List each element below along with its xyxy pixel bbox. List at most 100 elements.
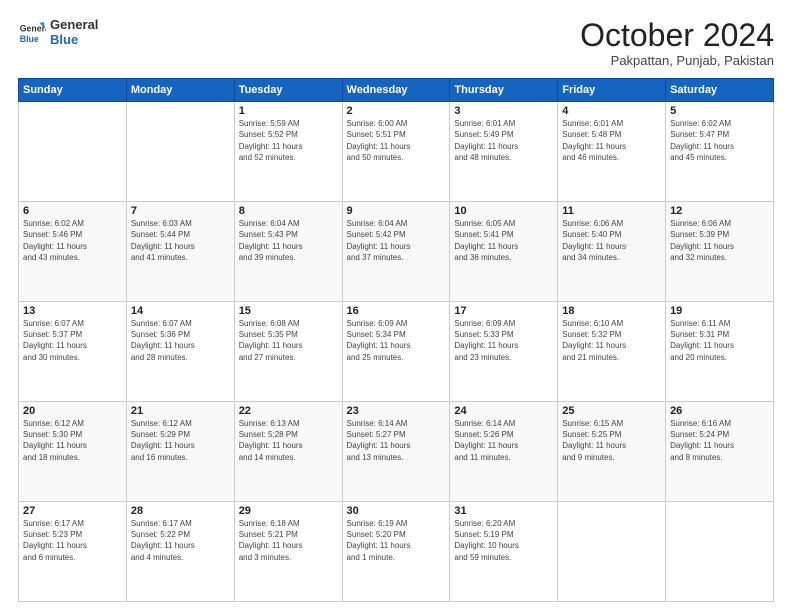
day-number: 14 bbox=[131, 305, 230, 317]
day-info: Sunrise: 6:06 AM Sunset: 5:39 PM Dayligh… bbox=[670, 218, 769, 263]
calendar-cell: 31Sunrise: 6:20 AM Sunset: 5:19 PM Dayli… bbox=[450, 502, 558, 602]
day-info: Sunrise: 6:11 AM Sunset: 5:31 PM Dayligh… bbox=[670, 318, 769, 363]
title-block: October 2024 Pakpattan, Punjab, Pakistan bbox=[580, 18, 774, 68]
calendar-cell: 7Sunrise: 6:03 AM Sunset: 5:44 PM Daylig… bbox=[126, 202, 234, 302]
calendar-cell: 27Sunrise: 6:17 AM Sunset: 5:23 PM Dayli… bbox=[19, 502, 127, 602]
svg-text:Blue: Blue bbox=[20, 34, 39, 44]
day-number: 3 bbox=[454, 105, 553, 117]
calendar-cell: 4Sunrise: 6:01 AM Sunset: 5:48 PM Daylig… bbox=[558, 102, 666, 202]
day-number: 13 bbox=[23, 305, 122, 317]
logo: General Blue General Blue bbox=[18, 18, 98, 48]
calendar-cell: 2Sunrise: 6:00 AM Sunset: 5:51 PM Daylig… bbox=[342, 102, 450, 202]
calendar-cell: 12Sunrise: 6:06 AM Sunset: 5:39 PM Dayli… bbox=[666, 202, 774, 302]
calendar-cell: 8Sunrise: 6:04 AM Sunset: 5:43 PM Daylig… bbox=[234, 202, 342, 302]
day-number: 11 bbox=[562, 205, 661, 217]
calendar-cell: 10Sunrise: 6:05 AM Sunset: 5:41 PM Dayli… bbox=[450, 202, 558, 302]
calendar-cell: 3Sunrise: 6:01 AM Sunset: 5:49 PM Daylig… bbox=[450, 102, 558, 202]
day-number: 26 bbox=[670, 405, 769, 417]
weekday-header-tuesday: Tuesday bbox=[234, 79, 342, 102]
day-info: Sunrise: 6:02 AM Sunset: 5:47 PM Dayligh… bbox=[670, 118, 769, 163]
day-number: 23 bbox=[347, 405, 446, 417]
calendar-table: SundayMondayTuesdayWednesdayThursdayFrid… bbox=[18, 78, 774, 602]
day-info: Sunrise: 6:03 AM Sunset: 5:44 PM Dayligh… bbox=[131, 218, 230, 263]
calendar-cell: 20Sunrise: 6:12 AM Sunset: 5:30 PM Dayli… bbox=[19, 402, 127, 502]
calendar-cell: 15Sunrise: 6:08 AM Sunset: 5:35 PM Dayli… bbox=[234, 302, 342, 402]
day-number: 21 bbox=[131, 405, 230, 417]
day-number: 22 bbox=[239, 405, 338, 417]
day-number: 1 bbox=[239, 105, 338, 117]
day-info: Sunrise: 6:09 AM Sunset: 5:34 PM Dayligh… bbox=[347, 318, 446, 363]
day-info: Sunrise: 6:05 AM Sunset: 5:41 PM Dayligh… bbox=[454, 218, 553, 263]
calendar-cell: 5Sunrise: 6:02 AM Sunset: 5:47 PM Daylig… bbox=[666, 102, 774, 202]
day-info: Sunrise: 6:17 AM Sunset: 5:23 PM Dayligh… bbox=[23, 518, 122, 563]
calendar-cell: 19Sunrise: 6:11 AM Sunset: 5:31 PM Dayli… bbox=[666, 302, 774, 402]
day-number: 18 bbox=[562, 305, 661, 317]
calendar-cell bbox=[126, 102, 234, 202]
day-number: 15 bbox=[239, 305, 338, 317]
calendar-cell: 24Sunrise: 6:14 AM Sunset: 5:26 PM Dayli… bbox=[450, 402, 558, 502]
day-info: Sunrise: 6:15 AM Sunset: 5:25 PM Dayligh… bbox=[562, 418, 661, 463]
day-info: Sunrise: 6:14 AM Sunset: 5:26 PM Dayligh… bbox=[454, 418, 553, 463]
logo-icon: General Blue bbox=[18, 19, 46, 47]
calendar-cell: 16Sunrise: 6:09 AM Sunset: 5:34 PM Dayli… bbox=[342, 302, 450, 402]
calendar-cell: 9Sunrise: 6:04 AM Sunset: 5:42 PM Daylig… bbox=[342, 202, 450, 302]
weekday-header-wednesday: Wednesday bbox=[342, 79, 450, 102]
day-number: 28 bbox=[131, 505, 230, 517]
calendar-cell bbox=[19, 102, 127, 202]
day-info: Sunrise: 6:19 AM Sunset: 5:20 PM Dayligh… bbox=[347, 518, 446, 563]
calendar-cell: 29Sunrise: 6:18 AM Sunset: 5:21 PM Dayli… bbox=[234, 502, 342, 602]
day-number: 25 bbox=[562, 405, 661, 417]
month-title: October 2024 bbox=[580, 18, 774, 53]
calendar-cell: 17Sunrise: 6:09 AM Sunset: 5:33 PM Dayli… bbox=[450, 302, 558, 402]
day-number: 5 bbox=[670, 105, 769, 117]
day-info: Sunrise: 6:07 AM Sunset: 5:37 PM Dayligh… bbox=[23, 318, 122, 363]
logo-general: General bbox=[50, 18, 98, 33]
day-number: 30 bbox=[347, 505, 446, 517]
day-number: 2 bbox=[347, 105, 446, 117]
day-info: Sunrise: 6:07 AM Sunset: 5:36 PM Dayligh… bbox=[131, 318, 230, 363]
day-info: Sunrise: 6:20 AM Sunset: 5:19 PM Dayligh… bbox=[454, 518, 553, 563]
logo-blue: Blue bbox=[50, 33, 98, 48]
day-number: 6 bbox=[23, 205, 122, 217]
calendar-cell: 30Sunrise: 6:19 AM Sunset: 5:20 PM Dayli… bbox=[342, 502, 450, 602]
calendar-cell bbox=[666, 502, 774, 602]
day-info: Sunrise: 6:18 AM Sunset: 5:21 PM Dayligh… bbox=[239, 518, 338, 563]
day-number: 19 bbox=[670, 305, 769, 317]
day-info: Sunrise: 6:04 AM Sunset: 5:43 PM Dayligh… bbox=[239, 218, 338, 263]
weekday-header-thursday: Thursday bbox=[450, 79, 558, 102]
day-info: Sunrise: 6:12 AM Sunset: 5:29 PM Dayligh… bbox=[131, 418, 230, 463]
day-info: Sunrise: 6:10 AM Sunset: 5:32 PM Dayligh… bbox=[562, 318, 661, 363]
calendar-cell: 21Sunrise: 6:12 AM Sunset: 5:29 PM Dayli… bbox=[126, 402, 234, 502]
page: General Blue General Blue October 2024 P… bbox=[0, 0, 792, 612]
day-number: 12 bbox=[670, 205, 769, 217]
day-number: 16 bbox=[347, 305, 446, 317]
day-number: 27 bbox=[23, 505, 122, 517]
day-info: Sunrise: 6:01 AM Sunset: 5:48 PM Dayligh… bbox=[562, 118, 661, 163]
calendar-cell: 26Sunrise: 6:16 AM Sunset: 5:24 PM Dayli… bbox=[666, 402, 774, 502]
day-info: Sunrise: 6:06 AM Sunset: 5:40 PM Dayligh… bbox=[562, 218, 661, 263]
day-number: 4 bbox=[562, 105, 661, 117]
location-title: Pakpattan, Punjab, Pakistan bbox=[580, 53, 774, 68]
calendar-cell: 22Sunrise: 6:13 AM Sunset: 5:28 PM Dayli… bbox=[234, 402, 342, 502]
day-number: 31 bbox=[454, 505, 553, 517]
day-info: Sunrise: 6:17 AM Sunset: 5:22 PM Dayligh… bbox=[131, 518, 230, 563]
day-number: 8 bbox=[239, 205, 338, 217]
day-info: Sunrise: 6:02 AM Sunset: 5:46 PM Dayligh… bbox=[23, 218, 122, 263]
header: General Blue General Blue October 2024 P… bbox=[18, 18, 774, 68]
day-number: 20 bbox=[23, 405, 122, 417]
day-info: Sunrise: 5:59 AM Sunset: 5:52 PM Dayligh… bbox=[239, 118, 338, 163]
calendar-cell: 1Sunrise: 5:59 AM Sunset: 5:52 PM Daylig… bbox=[234, 102, 342, 202]
day-number: 17 bbox=[454, 305, 553, 317]
day-info: Sunrise: 6:12 AM Sunset: 5:30 PM Dayligh… bbox=[23, 418, 122, 463]
day-info: Sunrise: 6:14 AM Sunset: 5:27 PM Dayligh… bbox=[347, 418, 446, 463]
calendar-cell: 23Sunrise: 6:14 AM Sunset: 5:27 PM Dayli… bbox=[342, 402, 450, 502]
calendar-cell: 18Sunrise: 6:10 AM Sunset: 5:32 PM Dayli… bbox=[558, 302, 666, 402]
weekday-header-friday: Friday bbox=[558, 79, 666, 102]
day-info: Sunrise: 6:01 AM Sunset: 5:49 PM Dayligh… bbox=[454, 118, 553, 163]
day-info: Sunrise: 6:16 AM Sunset: 5:24 PM Dayligh… bbox=[670, 418, 769, 463]
day-number: 7 bbox=[131, 205, 230, 217]
calendar-cell: 14Sunrise: 6:07 AM Sunset: 5:36 PM Dayli… bbox=[126, 302, 234, 402]
calendar-cell: 6Sunrise: 6:02 AM Sunset: 5:46 PM Daylig… bbox=[19, 202, 127, 302]
weekday-header-sunday: Sunday bbox=[19, 79, 127, 102]
day-info: Sunrise: 6:08 AM Sunset: 5:35 PM Dayligh… bbox=[239, 318, 338, 363]
